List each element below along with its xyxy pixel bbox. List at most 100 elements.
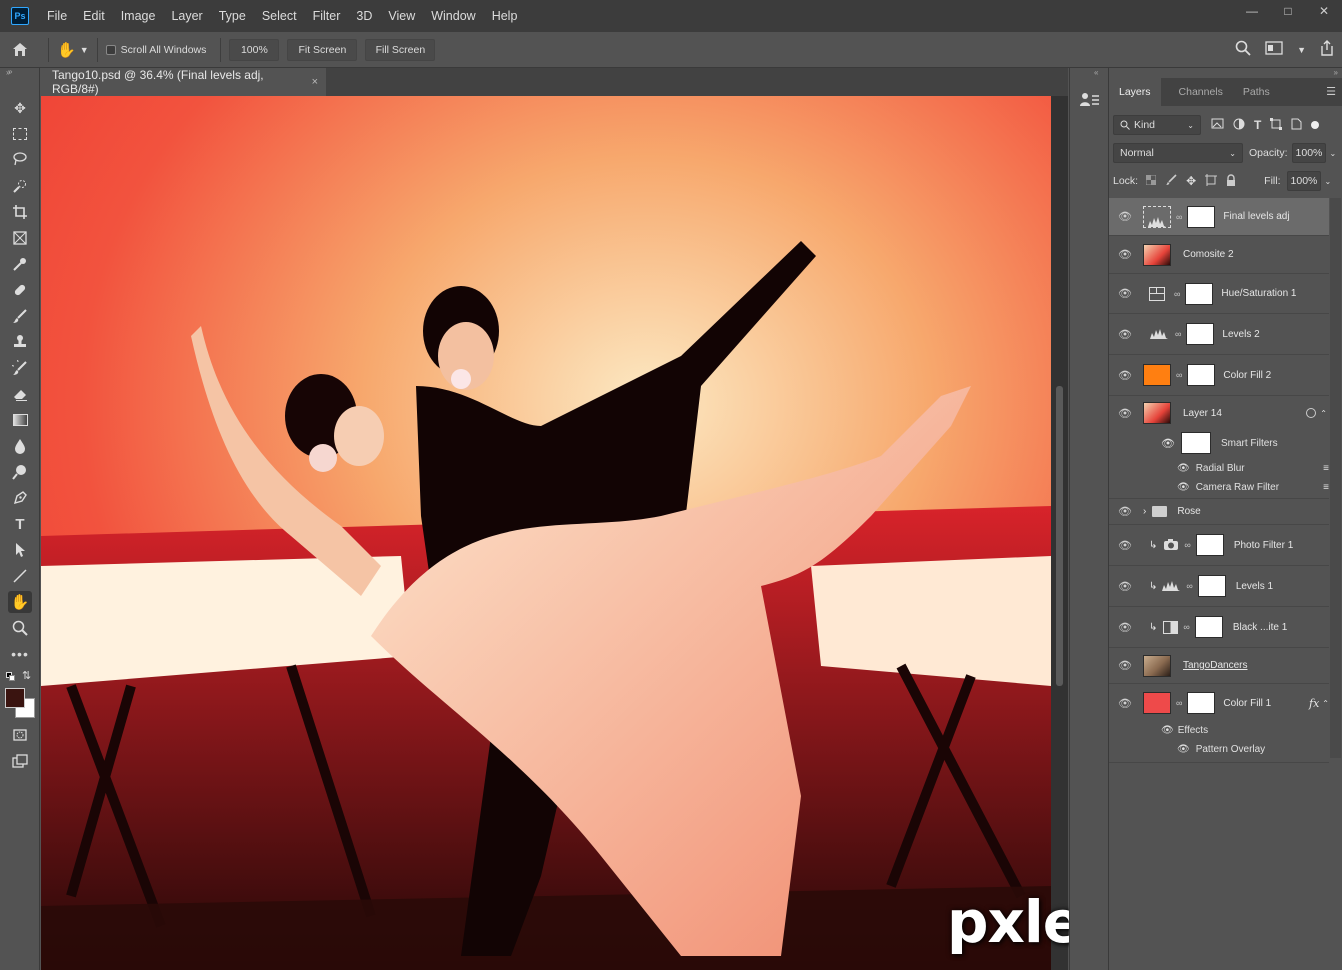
collapse-effects-icon[interactable]: ⌃ [1320,409,1327,418]
healing-icon[interactable] [8,279,32,301]
lasso-icon[interactable] [8,148,32,170]
share-icon[interactable] [1320,40,1334,59]
eye-icon[interactable]: 👁 [1117,248,1133,261]
panel-scrollbar[interactable] [1330,198,1341,758]
hand-icon[interactable]: ✋ [8,591,32,613]
eye-icon[interactable]: 👁 [1177,463,1190,474]
marquee-icon[interactable] [8,123,32,145]
default-colors-icon[interactable] [6,672,15,681]
tab-channels[interactable]: Channels [1169,78,1233,106]
radial-blur-row[interactable]: 👁 Radial Blur ≡ [1177,463,1329,474]
eye-icon[interactable]: 👁 [1117,539,1133,552]
document-tab[interactable]: Tango10.psd @ 36.4% (Final levels adj, R… [41,68,326,96]
path-select-icon[interactable] [8,539,32,561]
pixel-filter-icon[interactable] [1211,118,1224,132]
link-icon[interactable]: ∞ [1186,581,1192,591]
menu-window[interactable]: Window [423,0,483,32]
lock-all-icon[interactable] [1226,173,1236,189]
menu-3d[interactable]: 3D [348,0,380,32]
panel-menu-icon[interactable]: ☰ [1326,78,1336,106]
smart-object-filter-icon[interactable] [1291,118,1302,133]
hand-tool-preset-icon[interactable]: ✋ ▼ [57,41,89,59]
layer-mask[interactable] [1187,205,1216,228]
eyedropper-icon[interactable] [8,253,32,275]
chevron-right-icon[interactable]: › [1143,506,1146,517]
layer-levels-1[interactable]: 👁 ↳ ∞ Levels 1 [1109,566,1329,607]
link-icon[interactable]: ∞ [1176,370,1182,380]
dodge-icon[interactable] [8,461,32,483]
layer-tango-dancers[interactable]: 👁 TangoDancers [1109,648,1329,684]
layer-mask[interactable] [1197,575,1226,597]
color-fill-swatch[interactable] [1143,364,1171,386]
quick-mask-icon[interactable] [8,724,32,746]
pattern-overlay-row[interactable]: 👁 Pattern Overlay [1177,744,1265,755]
lock-position-icon[interactable]: ✥ [1186,174,1196,188]
layer-mask[interactable] [1186,323,1215,345]
type-filter-icon[interactable]: T [1254,118,1261,132]
smart-filter-mask[interactable] [1180,432,1211,454]
eye-icon[interactable]: 👁 [1117,505,1133,518]
type-icon[interactable]: T [8,513,32,535]
lock-transparent-icon[interactable] [1145,174,1157,188]
layer-mask[interactable] [1187,364,1216,386]
layer-photo-filter-1[interactable]: 👁 ↳ ∞ Photo Filter 1 [1109,525,1329,566]
link-icon[interactable]: ∞ [1175,329,1181,339]
fill-input[interactable]: 100% [1286,171,1321,191]
zoom-icon[interactable] [8,617,32,639]
line-icon[interactable] [8,565,32,587]
fill-screen-button[interactable]: Fill Screen [365,38,436,61]
layer-mask[interactable] [1187,692,1216,714]
link-icon[interactable]: ∞ [1174,289,1180,299]
menu-view[interactable]: View [380,0,423,32]
layer-mask[interactable] [1195,534,1224,556]
filter-toggle-icon[interactable] [1311,121,1320,129]
home-icon[interactable] [0,42,40,57]
eye-icon[interactable]: 👁 [1117,328,1133,341]
eye-icon[interactable]: 👁 [1177,744,1190,755]
layer-14[interactable]: 👁 Layer 14 ⌃ [1109,396,1329,430]
screen-mode-icon[interactable] [8,750,32,772]
shape-filter-icon[interactable] [1270,117,1283,133]
move-icon[interactable]: ✥ [8,97,32,119]
image-canvas[interactable] [41,96,1051,970]
blend-mode-select[interactable]: Normal ⌄ [1113,143,1243,163]
scrollbar-thumb[interactable] [1056,386,1063,686]
layer-color-fill-1[interactable]: 👁 ∞ Color Fill 1 fx ⌃ [1109,684,1329,722]
menu-type[interactable]: Type [211,0,254,32]
camera-raw-row[interactable]: 👁 Camera Raw Filter ≡ [1177,482,1329,493]
lock-image-icon[interactable] [1165,173,1177,189]
tab-paths[interactable]: Paths [1233,78,1280,106]
layer-color-fill-2[interactable]: 👁 ∞ Color Fill 2 [1109,355,1329,396]
layer-comosite-2[interactable]: 👁 Comosite 2 [1109,236,1329,274]
more-icon[interactable]: ••• [8,643,32,665]
brush-icon[interactable] [8,305,32,327]
layer-levels-2[interactable]: 👁 ∞ Levels 2 [1109,314,1329,355]
swap-colors-icon[interactable]: ⇅ [22,669,31,682]
fx-icon[interactable]: fx [1309,697,1319,710]
filter-kind-select[interactable]: Kind ⌄ [1113,115,1201,135]
gradient-icon[interactable] [8,409,32,431]
zoom-100-button[interactable]: 100% [229,38,280,61]
eye-icon[interactable]: 👁 [1117,621,1133,634]
eye-icon[interactable]: 👁 [1117,697,1133,710]
menu-filter[interactable]: Filter [305,0,349,32]
layer-mask[interactable] [1185,282,1214,305]
collapse-dock-right-icon[interactable]: » [1334,68,1338,77]
eye-icon[interactable]: 👁 [1117,659,1133,672]
collapse-dock-icon[interactable]: « [1094,68,1098,77]
vertical-scrollbar[interactable] [1051,96,1068,970]
chevron-down-icon[interactable]: ⌄ [1325,177,1332,186]
collapse-effects-icon[interactable]: ⌃ [1322,699,1329,708]
filter-options-icon[interactable]: ≡ [1323,482,1329,493]
menu-select[interactable]: Select [254,0,305,32]
pen-icon[interactable] [8,487,32,509]
effects-row[interactable]: 👁 Effects [1161,725,1208,736]
filter-options-icon[interactable]: ≡ [1323,463,1329,474]
menu-image[interactable]: Image [113,0,164,32]
eye-icon[interactable]: 👁 [1117,580,1133,593]
eraser-icon[interactable] [8,383,32,405]
adjustment-filter-icon[interactable] [1233,118,1245,133]
link-icon[interactable]: ∞ [1176,212,1182,222]
layer-hue-saturation-1[interactable]: 👁 ∞ Hue/Saturation 1 [1109,274,1329,314]
link-icon[interactable]: ∞ [1176,698,1182,708]
